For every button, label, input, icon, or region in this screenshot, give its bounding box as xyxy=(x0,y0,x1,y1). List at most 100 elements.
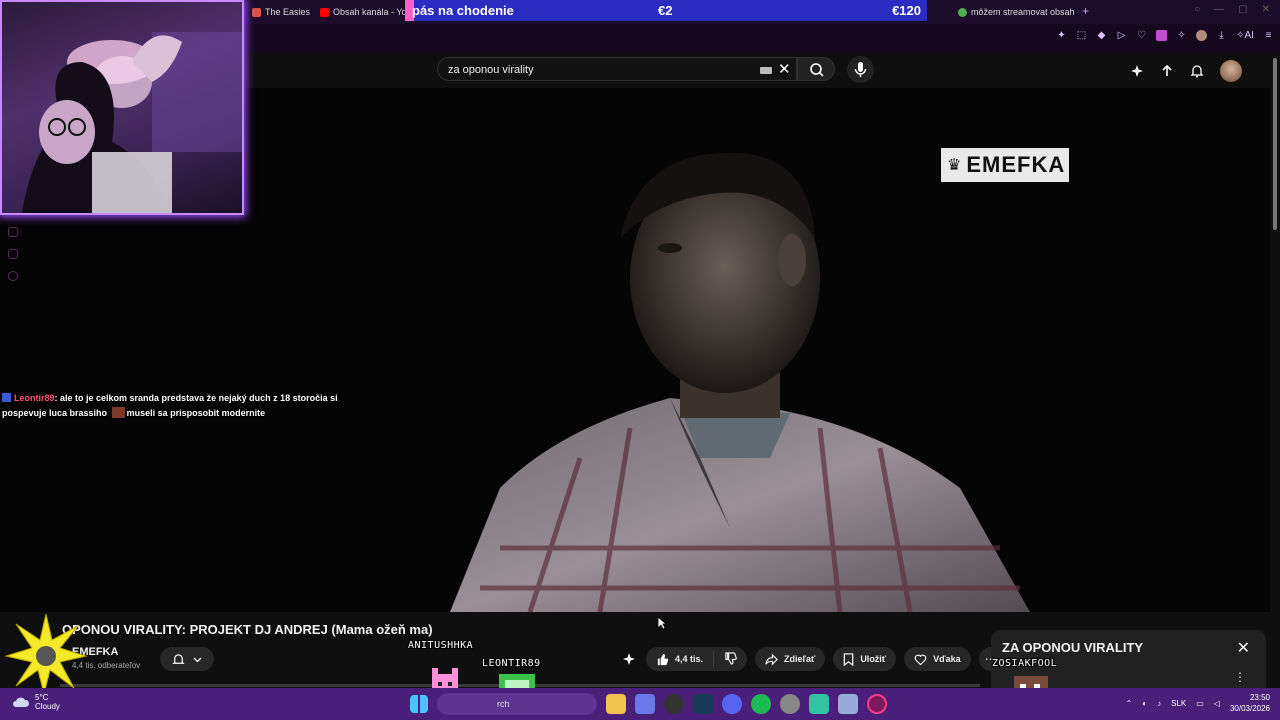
playlist-title[interactable]: ZA OPONOU VIRALITY xyxy=(1002,640,1143,655)
store-icon[interactable] xyxy=(635,694,655,714)
search-input[interactable] xyxy=(448,62,748,78)
rail-settings-icon[interactable] xyxy=(8,271,18,281)
voice-search-button[interactable] xyxy=(847,56,874,83)
maximize-icon[interactable]: ▢ xyxy=(1238,4,1247,15)
youtube-favicon-icon xyxy=(320,7,329,17)
viewer-name-2: LEONTIR89 xyxy=(482,658,541,669)
scrollbar-thumb[interactable] xyxy=(1273,58,1277,230)
discord-icon[interactable] xyxy=(722,694,742,714)
microphone-icon xyxy=(854,62,867,77)
account-avatar[interactable] xyxy=(1220,60,1242,82)
screen: The Easiest W Obsah kanála - You môžem s… xyxy=(0,0,1280,720)
tray-mic-icon[interactable]: ♪ xyxy=(1157,699,1161,708)
taskbar-search[interactable]: rch xyxy=(437,693,597,715)
settings-gear-icon[interactable] xyxy=(780,694,800,714)
close-playlist-icon[interactable]: ✕ xyxy=(1237,638,1250,658)
like-button[interactable]: 4,4 tis. xyxy=(646,651,715,667)
thanks-label: Vďaka xyxy=(933,654,961,664)
search-icon xyxy=(810,63,824,77)
weather-temp: 5°C xyxy=(35,693,49,702)
tab-label: môžem streamovat obsah xyxy=(971,7,1075,17)
tray-chevron-up-icon[interactable]: ⌃ xyxy=(1126,699,1133,708)
ask-sparkle-button[interactable] xyxy=(620,652,638,666)
browser-tab-1[interactable]: The Easiest W xyxy=(244,0,310,24)
chat-emote-icon xyxy=(111,407,125,418)
download-icon[interactable]: ⤓ xyxy=(1216,30,1227,41)
dislike-button[interactable] xyxy=(714,651,747,667)
menu-icon[interactable]: ≡ xyxy=(1263,30,1274,41)
donation-goal-bar: pás na chodenie €2 €120 xyxy=(405,0,927,21)
keyboard-icon[interactable] xyxy=(760,67,772,74)
ai-icon[interactable]: ✧AI xyxy=(1236,30,1254,41)
clock[interactable]: 23:50 30/03/2026 xyxy=(1230,692,1270,714)
more-vertical-icon[interactable]: ⋮ xyxy=(1234,670,1246,684)
time: 23:50 xyxy=(1249,693,1270,702)
bookmark-icon xyxy=(844,652,854,666)
webcam-streamer-image xyxy=(22,32,242,213)
create-sparkle-icon[interactable] xyxy=(1130,64,1144,78)
volume-icon[interactable]: ◁ xyxy=(1214,699,1220,708)
browser-tab-3[interactable]: môžem streamovat obsah xyxy=(950,0,1080,24)
notepad-icon[interactable] xyxy=(838,694,858,714)
obs-icon[interactable] xyxy=(664,694,684,714)
windows-taskbar: 5°C Cloudy rch ⌃ ◐ ♪ SLK ▭ ◁ 23:50 30/03/2… xyxy=(0,688,1280,720)
save-button[interactable]: Uložiť xyxy=(833,647,897,671)
browser-tab-2[interactable]: Obsah kanála - You xyxy=(312,0,408,24)
network-icon[interactable]: ▭ xyxy=(1196,699,1204,708)
subscription-bell-button[interactable] xyxy=(160,647,214,671)
page-scrollbar[interactable] xyxy=(1270,52,1280,688)
puzzle-icon[interactable]: ✧ xyxy=(1176,30,1187,41)
shield-icon[interactable]: ◆ xyxy=(1096,30,1107,41)
search-box[interactable]: ✕ xyxy=(437,57,797,81)
weather-desc: Cloudy xyxy=(35,702,60,711)
like-count: 4,4 tis. xyxy=(675,654,704,664)
video-actions: 4,4 tis. Zdieľať Uložiť Vďaka ⋯ xyxy=(620,647,1003,671)
heart-icon[interactable]: ♡ xyxy=(1136,30,1147,41)
rail-icon-1[interactable] xyxy=(8,227,18,237)
system-tray: ⌃ ◐ ♪ SLK ▭ ◁ 23:50 30/03/2026 xyxy=(1126,692,1270,714)
file-explorer-icon[interactable] xyxy=(606,694,626,714)
donation-current: €2 xyxy=(658,3,673,18)
webcam-overlay xyxy=(0,0,244,215)
donation-target: €120 xyxy=(892,3,921,18)
thanks-button[interactable]: Vďaka xyxy=(904,647,971,671)
clear-search-icon[interactable]: ✕ xyxy=(778,60,791,78)
tab-label: The Easiest W xyxy=(265,7,310,17)
screenshot-icon[interactable]: ⬚ xyxy=(1076,30,1087,41)
sparkle-icon xyxy=(623,653,635,665)
viewer-name-3: ZOSIAKFOOL xyxy=(992,658,1058,669)
profile-icon[interactable] xyxy=(1196,30,1207,41)
thanks-heart-dollar-icon xyxy=(914,654,927,665)
windows-start-icon[interactable] xyxy=(410,695,428,713)
tab-label: Obsah kanála - You xyxy=(333,7,408,17)
tray-app-icon[interactable]: ◐ xyxy=(1142,699,1147,708)
spotify-icon[interactable] xyxy=(751,694,771,714)
thumbs-up-icon xyxy=(657,653,669,665)
close-window-icon[interactable]: ✕ xyxy=(1262,4,1270,15)
extension-icon[interactable] xyxy=(1156,30,1167,41)
upload-icon[interactable] xyxy=(1160,64,1174,78)
sparkle-burst-icon xyxy=(4,613,88,695)
chat-badge-icon xyxy=(2,393,11,402)
search-tabs-icon[interactable]: ○ xyxy=(1194,4,1200,15)
share-button[interactable]: Zdieľať xyxy=(755,647,826,671)
extension-icons: ✦ ⬚ ◆ ▷ ♡ ✧ ⤓ ✧AI ≡ xyxy=(1056,30,1274,41)
like-dislike-group: 4,4 tis. xyxy=(646,647,748,671)
chat-overlay: Leontir89: ale to je celkom sranda preds… xyxy=(2,391,382,421)
weather-widget[interactable]: 5°C Cloudy xyxy=(12,693,60,711)
search-button[interactable] xyxy=(797,57,835,81)
opera-gx-icon[interactable] xyxy=(867,694,887,714)
play-icon[interactable]: ▷ xyxy=(1116,30,1127,41)
pin-icon[interactable]: ✦ xyxy=(1056,30,1067,41)
header-actions xyxy=(1130,60,1242,82)
rail-icon-2[interactable] xyxy=(8,249,18,259)
language-indicator[interactable]: SLK xyxy=(1171,699,1186,708)
steam-icon[interactable] xyxy=(693,694,713,714)
new-tab-plus-icon[interactable]: + xyxy=(1082,4,1089,18)
chat-text-2: museli sa prisposobit modernite xyxy=(126,408,266,418)
chat-username: Leontir89 xyxy=(14,393,55,403)
streamlabs-icon[interactable] xyxy=(809,694,829,714)
notifications-bell-icon[interactable] xyxy=(1190,64,1204,78)
minimize-icon[interactable]: — xyxy=(1214,4,1224,15)
chat-message: Leontir89: ale to je celkom sranda preds… xyxy=(2,391,382,421)
